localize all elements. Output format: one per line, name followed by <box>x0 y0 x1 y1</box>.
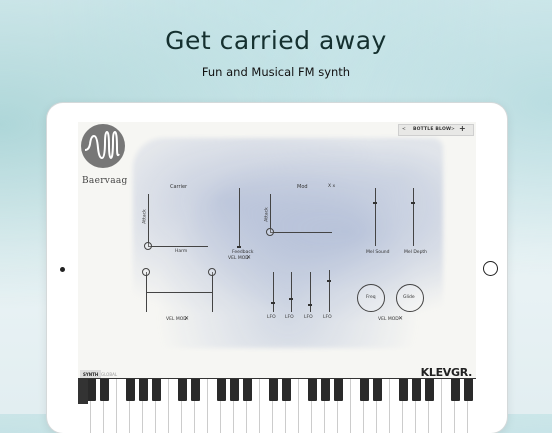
logo-text: Baervaag <box>82 176 128 186</box>
glide-label: Glide <box>403 295 415 300</box>
black-key[interactable] <box>359 379 369 401</box>
black-key[interactable] <box>99 379 109 401</box>
black-key[interactable] <box>307 379 317 401</box>
black-key[interactable] <box>411 379 421 401</box>
mel-sound-slider-handle[interactable] <box>373 202 377 204</box>
lfo2-slider-track[interactable] <box>291 272 292 312</box>
feedback-slider-track[interactable] <box>239 188 240 248</box>
black-key[interactable] <box>138 379 148 401</box>
black-key[interactable] <box>463 379 473 401</box>
lfo1-slider-track[interactable] <box>273 272 274 312</box>
black-key[interactable] <box>398 379 408 401</box>
mod-label: Mod <box>297 184 308 190</box>
black-key[interactable] <box>281 379 291 401</box>
vel-mod-close-icon[interactable]: ✕ <box>246 254 251 261</box>
mel-depth-slider-track[interactable] <box>413 188 414 246</box>
mod-xy-handle[interactable] <box>266 228 274 236</box>
preset-prev-button[interactable]: < <box>402 127 406 132</box>
envelope-sustain-line <box>146 292 213 293</box>
vel-mod-label-3: VEL MOD <box>378 317 399 322</box>
feedback-slider-handle[interactable] <box>237 246 241 248</box>
lfo3-slider-track[interactable] <box>310 272 311 312</box>
black-key[interactable] <box>424 379 434 401</box>
subheadline: Fun and Musical FM synth <box>201 65 351 79</box>
black-key[interactable] <box>450 379 460 401</box>
mod-ratio-label: X x <box>328 184 336 189</box>
mel-sound-slider-track[interactable] <box>375 188 376 246</box>
carrier-y-label: Attack <box>142 209 148 224</box>
lfo1-slider-handle[interactable] <box>271 302 275 304</box>
home-button[interactable] <box>483 261 498 276</box>
black-key[interactable] <box>177 379 187 401</box>
logo-icon <box>81 124 125 168</box>
carrier-y-axis <box>148 194 149 246</box>
preset-next-button[interactable]: > <box>451 127 455 132</box>
mel-sound-label: Mel Sound <box>366 250 390 255</box>
envelope-handle-right[interactable] <box>208 268 216 276</box>
app-screen: Baervaag < BOTTLE BLOW > + Carrier Attac… <box>78 122 476 433</box>
lfo4-slider-handle[interactable] <box>327 280 331 282</box>
piano-keyboard[interactable] <box>78 378 476 433</box>
mel-depth-slider-handle[interactable] <box>411 202 415 204</box>
lfo4-label: LFO <box>323 315 332 320</box>
carrier-x-axis <box>148 246 208 247</box>
carrier-label: Carrier <box>170 184 188 190</box>
black-key[interactable] <box>268 379 278 401</box>
mod-y-label: Attack <box>264 207 270 222</box>
lfo4-slider-track[interactable] <box>329 270 330 312</box>
ipad-frame: Baervaag < BOTTLE BLOW > + Carrier Attac… <box>47 103 507 433</box>
headline: Get carried away <box>165 26 387 55</box>
freq-label: Freq <box>366 295 376 300</box>
black-key[interactable] <box>242 379 252 401</box>
carrier-xy-handle[interactable] <box>144 242 152 250</box>
preset-selector: < BOTTLE BLOW > + <box>398 124 474 136</box>
black-key[interactable] <box>151 379 161 401</box>
lfo1-label: LFO <box>267 315 276 320</box>
lfo2-slider-handle[interactable] <box>289 298 293 300</box>
black-key[interactable] <box>372 379 382 401</box>
lfo3-slider-handle[interactable] <box>308 304 312 306</box>
lfo3-label: LFO <box>304 315 313 320</box>
black-key[interactable] <box>229 379 239 401</box>
envelope-handle-left[interactable] <box>142 268 150 276</box>
mel-depth-label: Mel Depth <box>404 250 428 255</box>
mod-y-axis <box>270 194 271 232</box>
add-preset-button[interactable]: + <box>459 124 466 133</box>
black-key[interactable] <box>320 379 330 401</box>
mod-x-axis <box>270 232 332 233</box>
black-key[interactable] <box>216 379 226 401</box>
camera-dot <box>60 267 65 272</box>
keyboard-side-button[interactable] <box>78 378 88 404</box>
vel-mod-close-icon-2[interactable]: ✕ <box>184 315 189 322</box>
carrier-x-label: Harm <box>175 249 188 254</box>
vel-mod-close-icon-3[interactable]: ✕ <box>398 315 403 322</box>
preset-name[interactable]: BOTTLE BLOW <box>413 127 451 132</box>
black-key[interactable] <box>125 379 135 401</box>
black-key[interactable] <box>333 379 343 401</box>
black-key[interactable] <box>190 379 200 401</box>
lfo2-label: LFO <box>285 315 294 320</box>
